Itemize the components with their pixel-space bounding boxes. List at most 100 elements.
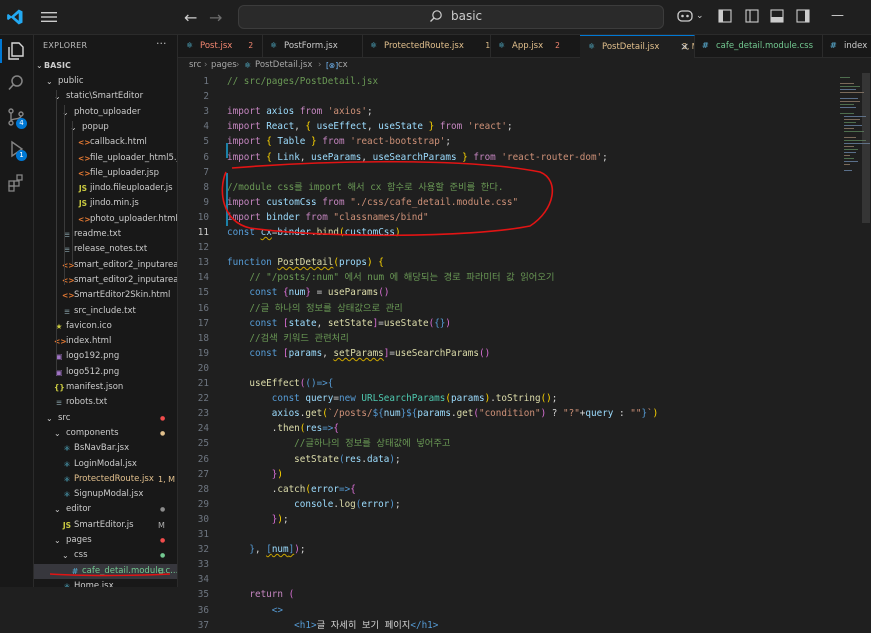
- code-line: 33: [178, 557, 838, 572]
- editor-tab[interactable]: ⚛ Post.jsx 2: [178, 35, 263, 57]
- tab-label: ProtectedRoute.jsx: [384, 41, 464, 51]
- git-status-dot-icon: ●: [160, 414, 166, 422]
- line-number: 21: [197, 378, 209, 389]
- workspace-root[interactable]: ⌄ BASIC: [34, 58, 177, 73]
- forward-arrow-icon[interactable]: →: [209, 8, 222, 27]
- code-line: 35 return (: [178, 587, 838, 602]
- extensions-icon[interactable]: [6, 173, 26, 193]
- file-item[interactable]: ⚛ ProtectedRoute.jsx 1, M: [34, 472, 177, 487]
- source-control-badge: 4: [16, 118, 27, 129]
- git-status-badge: M: [158, 520, 165, 530]
- css-file-icon: #: [71, 566, 79, 576]
- layout-panel-icon[interactable]: [770, 9, 784, 23]
- code-line: 29 console.log(error);: [178, 497, 838, 512]
- more-actions-icon[interactable]: ···: [156, 37, 167, 50]
- file-item[interactable]: # cafe_detail.module.c... U: [34, 563, 177, 579]
- menu-icon[interactable]: [40, 9, 58, 25]
- editor-scrollbar[interactable]: [862, 73, 870, 223]
- tab-label: Post.jsx: [200, 41, 233, 51]
- code-text: const query=new URLSearchParams(params).…: [271, 393, 558, 405]
- line-number: 23: [197, 408, 209, 420]
- folder-item[interactable]: ⌄ components ●: [34, 426, 177, 441]
- activity-bar: 4 1: [0, 35, 34, 587]
- tree-item-label: smart_editor2_inputarea.ht...: [74, 274, 178, 285]
- file-item[interactable]: ≡ robots.txt: [34, 395, 177, 410]
- folder-item[interactable]: ⌄ editor ●: [34, 502, 177, 517]
- minimap-line: [840, 77, 850, 78]
- minimap-line: [844, 161, 858, 162]
- editor-tab[interactable]: ⚛ProtectedRoute.jsx1, M: [362, 35, 491, 57]
- code-text: const cx=binder.bind(customCss): [227, 227, 401, 238]
- file-item[interactable]: ⚛ LoginModal.jsx: [34, 457, 177, 472]
- copilot-dropdown-icon[interactable]: ⌄: [696, 11, 704, 21]
- chevron-down-icon: ⌄: [36, 61, 43, 70]
- editor-tab[interactable]: ⚛ PostForm.jsx: [262, 35, 363, 57]
- code-line: 9 import customCss from "./css/cafe_detai…: [178, 195, 838, 210]
- minimap-line: [844, 170, 852, 171]
- txt-file-icon: ≡: [63, 306, 71, 316]
- line-number: 5: [203, 136, 209, 148]
- tree-item-label: pages: [66, 535, 92, 545]
- breadcrumb-separator-icon: ›: [236, 60, 240, 70]
- minimap-line: [840, 107, 856, 108]
- html-file-icon: <>: [62, 291, 75, 301]
- code-line: 34: [178, 572, 838, 587]
- folder-item[interactable]: ⌄ public: [34, 74, 177, 89]
- folder-item[interactable]: ⌄ pages ●: [34, 533, 177, 548]
- folder-item[interactable]: ⌄ css ●: [34, 548, 177, 563]
- line-number: 17: [197, 317, 209, 329]
- line-number: 12: [197, 242, 209, 254]
- file-item[interactable]: JS SmartEditor.js M: [34, 518, 177, 533]
- tree-item-label: static\SmartEditor: [66, 91, 144, 102]
- breadcrumb-item-src[interactable]: src: [189, 58, 201, 73]
- code-line: 15 const {num} = useParams(): [178, 285, 838, 300]
- code-line: 36 <>: [178, 603, 838, 618]
- code-text: useEffect(()=>{: [249, 378, 334, 389]
- code-text: import binder from "classnames/bind": [227, 211, 429, 223]
- code-line: 21 useEffect(()=>{: [178, 376, 838, 391]
- file-item[interactable]: ⚛ BsNavBar.jsx: [34, 441, 177, 456]
- code-line: 23 axios.get(`/posts/${num}${params.get(…: [178, 406, 838, 421]
- modified-line-gutter: [226, 173, 228, 226]
- copilot-icon[interactable]: [676, 8, 694, 24]
- line-number: 7: [203, 166, 209, 178]
- breadcrumb-item-symbol[interactable]: cx: [338, 58, 348, 73]
- minimap-line: [844, 128, 854, 129]
- line-number: 22: [197, 393, 209, 405]
- tree-item-label: LoginModal.jsx: [74, 458, 137, 469]
- tab-label: index: [844, 41, 868, 51]
- code-text: const [state, setState]=useState({}): [249, 317, 452, 329]
- minimize-icon[interactable]: —: [831, 8, 844, 23]
- active-indicator: [0, 39, 2, 63]
- file-item[interactable]: ⚛ SignupModal.jsx: [34, 487, 177, 502]
- search-icon[interactable]: [6, 73, 26, 93]
- explorer-files-icon[interactable]: [6, 41, 26, 61]
- breadcrumb-separator-icon: ›: [318, 60, 322, 70]
- breadcrumb-item-pages[interactable]: pages: [211, 58, 237, 73]
- layout-secondary-sidebar-icon[interactable]: [796, 9, 810, 23]
- jsx-file-icon: ⚛: [63, 459, 71, 469]
- file-item[interactable]: {} manifest.json: [34, 380, 177, 395]
- code-editor[interactable]: 1// src/pages/PostDetail.jsx 2 3 import axi…: [178, 73, 838, 631]
- tree-item-label: popup: [82, 121, 109, 132]
- git-status-dot-icon: ●: [160, 552, 166, 560]
- code-text: .then(res=>{: [271, 423, 339, 435]
- folder-item[interactable]: ⌄ src ●: [34, 411, 177, 426]
- file-item[interactable]: ⚛ Home.jsx: [34, 579, 177, 587]
- back-arrow-icon[interactable]: ←: [184, 8, 197, 27]
- tab-label: cafe_detail.module.css: [716, 41, 814, 51]
- command-center-search[interactable]: basic: [238, 5, 664, 29]
- line-number: 13: [197, 257, 209, 269]
- breadcrumb-item-file[interactable]: PostDetail.jsx: [255, 58, 312, 73]
- react-file-icon: ⚛: [498, 41, 506, 50]
- editor-tab[interactable]: #cafe_detail.module.cssU: [694, 35, 823, 57]
- layout-sidebar-icon[interactable]: [745, 9, 759, 23]
- code-text: // src/pages/PostDetail.jsx: [227, 76, 379, 87]
- minimap-line: [840, 89, 856, 90]
- layout-sidebar-left-icon[interactable]: [718, 9, 732, 23]
- editor-tab[interactable]: ⚛PostDetail.jsx3, M×: [580, 35, 695, 58]
- close-tab-icon[interactable]: ×: [680, 36, 689, 58]
- code-line: 11 const cx=binder.bind(customCss): [178, 225, 838, 240]
- editor-tab[interactable]: # index: [822, 35, 871, 57]
- editor-tab[interactable]: ⚛ App.jsx 2: [490, 35, 581, 57]
